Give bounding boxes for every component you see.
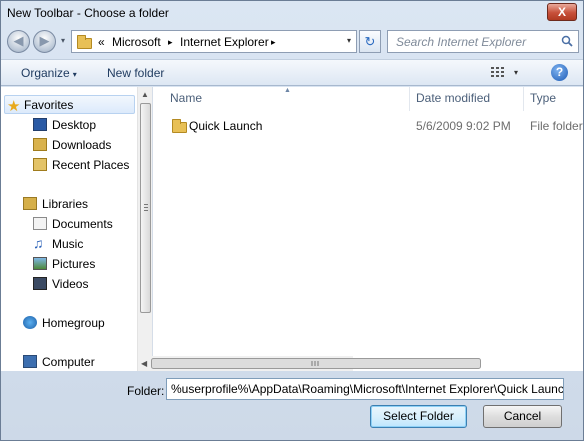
folder-label: Folder: xyxy=(127,384,165,398)
organize-label: Organize xyxy=(21,66,70,80)
address-dropdown[interactable]: ▾ xyxy=(344,36,354,45)
music-icon: ♫ xyxy=(33,235,44,251)
folder-icon xyxy=(77,35,92,49)
nav-favorites[interactable]: ★ Favorites xyxy=(4,95,135,115)
forward-button[interactable]: ▶ xyxy=(33,30,56,53)
column-header-name[interactable]: Name xyxy=(170,91,202,111)
nav-computer[interactable]: Computer xyxy=(1,352,136,371)
address-bar[interactable]: « Microsoft ▸ Internet Explorer ▸ ▾ xyxy=(71,30,357,53)
nav-documents[interactable]: Documents xyxy=(1,214,136,233)
choose-folder-dialog: New Toolbar - Choose a folder X ◀ ▶ ▾ « … xyxy=(0,0,584,441)
breadcrumb-separator[interactable]: ▸ xyxy=(168,37,173,48)
nav-downloads-label: Downloads xyxy=(52,138,112,152)
breadcrumb-internet-explorer[interactable]: Internet Explorer xyxy=(180,35,269,49)
row-type: File folder xyxy=(530,119,583,133)
star-icon: ★ xyxy=(7,98,21,115)
sort-ascending-icon: ▲ xyxy=(284,87,291,94)
address-overflow[interactable]: « xyxy=(98,35,105,49)
folder-icon xyxy=(172,119,187,133)
downloads-icon xyxy=(33,138,47,151)
navigation-row: ◀ ▶ ▾ « Microsoft ▸ Internet Explorer ▸ … xyxy=(1,27,583,55)
videos-icon xyxy=(33,277,47,290)
back-button[interactable]: ◀ xyxy=(7,30,30,53)
title-bar: New Toolbar - Choose a folder X xyxy=(1,1,583,27)
scroll-up-icon[interactable]: ▲ xyxy=(141,90,149,99)
search-input[interactable]: Search Internet Explorer xyxy=(396,35,526,49)
search-box[interactable]: Search Internet Explorer xyxy=(387,30,579,53)
view-options-icon[interactable] xyxy=(491,67,505,78)
select-folder-button[interactable]: Select Folder xyxy=(370,405,467,428)
close-button[interactable]: X xyxy=(547,3,577,21)
homegroup-icon xyxy=(23,316,37,329)
column-divider[interactable] xyxy=(523,87,524,111)
folder-path-input[interactable]: %userprofile%\AppData\Roaming\Microsoft\… xyxy=(166,378,564,400)
breadcrumb-separator[interactable]: ▸ xyxy=(271,37,276,48)
nav-downloads[interactable]: Downloads xyxy=(1,135,136,154)
help-icon[interactable]: ? xyxy=(551,64,568,81)
refresh-button[interactable]: ↻ xyxy=(359,30,381,53)
nav-pictures-label: Pictures xyxy=(52,257,96,271)
window-title: New Toolbar - Choose a folder xyxy=(7,6,169,20)
libraries-icon xyxy=(23,197,37,210)
row-name[interactable]: Quick Launch xyxy=(189,119,262,133)
scrollbar-thumb[interactable] xyxy=(151,358,481,369)
nav-pictures[interactable]: Pictures xyxy=(1,254,136,273)
file-list: Name ▲ Date modified Type Quick Launch 5… xyxy=(154,87,583,371)
nav-desktop[interactable]: Desktop xyxy=(1,115,136,134)
nav-videos-label: Videos xyxy=(52,277,89,291)
nav-videos[interactable]: Videos xyxy=(1,274,136,293)
column-header-type[interactable]: Type xyxy=(530,91,556,111)
nav-desktop-label: Desktop xyxy=(52,118,97,132)
chevron-down-icon: ▾ xyxy=(72,70,77,79)
column-divider[interactable] xyxy=(409,87,410,111)
pictures-icon xyxy=(33,257,47,270)
view-dropdown[interactable]: ▾ xyxy=(514,68,518,77)
desktop-icon xyxy=(33,118,47,131)
scrollbar-thumb[interactable] xyxy=(140,103,151,313)
dialog-footer: Folder: %userprofile%\AppData\Roaming\Mi… xyxy=(1,372,583,440)
new-folder-button[interactable]: New folder xyxy=(107,66,164,80)
nav-homegroup-label: Homegroup xyxy=(42,316,105,330)
nav-recent-places-label: Recent Places xyxy=(52,158,130,172)
column-header-date-modified[interactable]: Date modified xyxy=(416,91,490,111)
recent-places-icon xyxy=(33,158,47,171)
refresh-icon: ↻ xyxy=(364,34,376,49)
search-icon xyxy=(561,35,573,47)
breadcrumb-microsoft[interactable]: Microsoft xyxy=(112,35,161,49)
content-area: ★ Favorites Desktop Downloads Recent Pla… xyxy=(1,87,583,371)
documents-icon xyxy=(33,217,47,230)
cancel-button[interactable]: Cancel xyxy=(483,405,562,428)
nav-recent-places[interactable]: Recent Places xyxy=(1,155,136,174)
nav-pane-scrollbar[interactable]: ▲ ▼ xyxy=(137,87,152,371)
back-arrow-icon: ◀ xyxy=(13,33,24,48)
nav-computer-label: Computer xyxy=(42,355,95,369)
nav-homegroup[interactable]: Homegroup xyxy=(1,313,136,332)
nav-libraries-label: Libraries xyxy=(42,197,89,211)
command-bar: Organize ▾ New folder ▾ ? xyxy=(1,59,583,86)
nav-favorites-label: Favorites xyxy=(24,98,74,112)
nav-music-label: Music xyxy=(52,237,84,251)
organize-button[interactable]: Organize ▾ xyxy=(21,66,77,80)
nav-pane-horizontal-scrollbar[interactable]: ◀ xyxy=(138,356,481,371)
scroll-left-icon[interactable]: ◀ xyxy=(141,359,147,368)
computer-icon xyxy=(23,355,37,368)
navigation-pane: ★ Favorites Desktop Downloads Recent Pla… xyxy=(1,87,153,371)
nav-documents-label: Documents xyxy=(52,217,113,231)
nav-libraries[interactable]: Libraries xyxy=(1,194,136,213)
recent-pages-dropdown[interactable]: ▾ xyxy=(61,36,65,45)
nav-music[interactable]: ♫ Music xyxy=(1,234,136,253)
forward-arrow-icon: ▶ xyxy=(39,33,50,48)
row-date-modified: 5/6/2009 9:02 PM xyxy=(416,119,511,133)
